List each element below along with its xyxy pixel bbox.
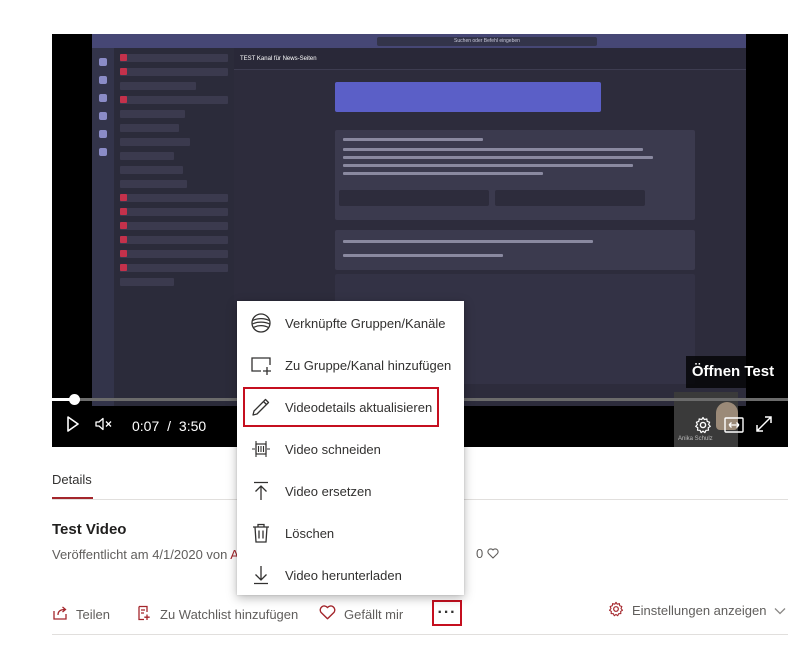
more-options-button[interactable]: ··· [432,600,462,626]
linked-groups-icon [249,311,273,335]
download-icon [249,563,273,587]
mute-icon[interactable] [95,417,113,436]
total-time: 3:50 [178,418,207,434]
settings-label: Einstellungen anzeigen [632,603,767,618]
trash-icon [249,521,273,545]
video-title: Test Video [52,521,127,538]
menu-item-label: Video schneiden [285,441,381,457]
menu-item-label: Löschen [285,525,335,541]
show-settings-button[interactable]: Einstellungen anzeigen [608,601,794,620]
like-button[interactable]: Gefällt mir [319,604,403,624]
progress-knob[interactable] [68,394,80,405]
menu-item-download-video[interactable]: Video herunterladen [237,555,464,595]
play-icon[interactable] [66,416,80,437]
add-to-watchlist-button[interactable]: Zu Watchlist hinzufügen [136,604,298,624]
teams-app-rail [92,48,114,406]
teams-title-bar: Suchen oder Befehl eingeben [92,34,746,48]
time-display: 0:07 / 3:50 [132,418,206,434]
time-separator: / [167,418,172,434]
heart-small-icon [487,546,499,561]
teams-post-card [335,230,695,270]
teams-list [114,48,234,406]
current-time: 0:07 [132,418,160,434]
menu-item-label: Zu Gruppe/Kanal hinzufügen [285,357,452,373]
fullscreen-icon[interactable] [755,415,773,438]
settings-icon [608,601,632,620]
published-info: Veröffentlicht am 4/1/2020 von Ar [52,547,243,562]
heart-icon [319,605,344,623]
open-overlay-button[interactable]: Öffnen Test [686,356,780,388]
teams-post-card [335,130,695,220]
like-label: Gefällt mir [344,606,404,622]
menu-item-update-video-details[interactable]: Videodetails aktualisieren [243,387,439,427]
settings-gear-icon[interactable] [694,416,712,439]
stream-video-page: Suchen oder Befehl eingeben TEST Kanal f… [0,0,800,654]
menu-item-replace-video[interactable]: Video ersetzen [237,471,464,511]
menu-item-label: Verknüpfte Gruppen/Kanäle [285,315,446,331]
watchlist-label: Zu Watchlist hinzufügen [160,606,299,622]
trim-icon [249,437,273,461]
add-to-group-icon [249,353,273,377]
menu-item-delete[interactable]: Löschen [237,513,464,553]
more-options-menu: Verknüpfte Gruppen/Kanäle Zu Gruppe/Kana… [237,301,464,595]
published-prefix: Veröffentlicht am 4/1/2020 von [52,547,228,562]
share-icon [52,605,76,624]
menu-item-label: Videodetails aktualisieren [285,399,433,415]
watchlist-icon [136,605,160,624]
bottom-divider [52,634,788,635]
teams-post-card [335,82,601,112]
like-count: 0 [475,546,484,561]
menu-item-add-to-group[interactable]: Zu Gruppe/Kanal hinzufügen [237,345,464,385]
pencil-icon [249,395,273,419]
teams-search-box: Suchen oder Befehl eingeben [377,37,597,46]
like-stats: ) 0 [460,546,499,561]
share-label: Teilen [76,606,110,622]
chevron-down-icon [774,603,794,618]
replace-upload-icon [249,479,273,503]
menu-item-label: Video ersetzen [285,483,372,499]
share-button[interactable]: Teilen [52,604,110,624]
tab-details[interactable]: Details [52,472,92,487]
theater-mode-icon[interactable] [724,417,744,438]
menu-item-trim-video[interactable]: Video schneiden [237,429,464,469]
teams-channel-header: TEST Kanal für News-Seiten [234,48,746,70]
menu-item-label: Video herunterladen [285,567,402,583]
menu-item-linked-groups[interactable]: Verknüpfte Gruppen/Kanäle [237,303,464,343]
